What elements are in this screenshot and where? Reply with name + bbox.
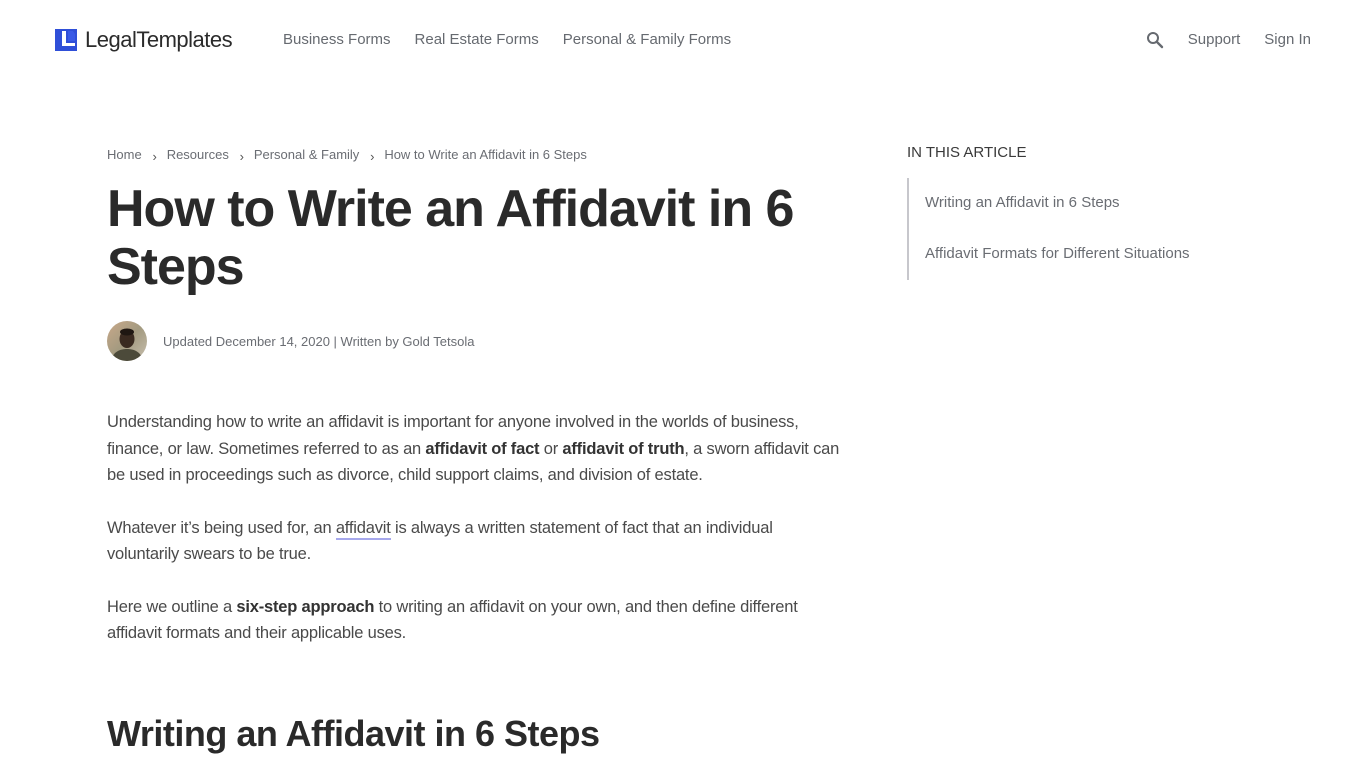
chevron-right-icon: ›	[152, 148, 157, 164]
article-intro: Understanding how to write an affidavit …	[107, 409, 847, 647]
toc-item-formats[interactable]: Affidavit Formats for Different Situatio…	[925, 229, 1227, 280]
page-title: How to Write an Affidavit in 6 Steps	[107, 180, 794, 296]
toc-item-writing-steps[interactable]: Writing an Affidavit in 6 Steps	[925, 178, 1227, 229]
breadcrumb-resources[interactable]: Resources	[167, 147, 229, 162]
nav-real-estate-forms[interactable]: Real Estate Forms	[415, 30, 539, 50]
toc-heading: IN THIS ARTICLE	[907, 144, 1027, 161]
sign-in-link[interactable]: Sign In	[1264, 30, 1311, 50]
intro-paragraph: Whatever it’s being used for, an affidav…	[107, 515, 842, 568]
affidavit-link[interactable]: affidavit	[335, 518, 391, 540]
main-nav: Business Forms Real Estate Forms Persona…	[283, 30, 731, 50]
breadcrumb-home[interactable]: Home	[107, 147, 142, 162]
intro-paragraph: Here we outline a six-step approach to w…	[107, 594, 842, 647]
nav-business-forms[interactable]: Business Forms	[283, 30, 391, 50]
author-avatar	[107, 321, 147, 361]
toc-list: Writing an Affidavit in 6 Steps Affidavi…	[907, 178, 1227, 280]
nav-personal-family-forms[interactable]: Personal & Family Forms	[563, 30, 731, 50]
logo-text: LegalTemplates	[85, 27, 233, 52]
bold-term: affidavit of fact	[425, 439, 540, 458]
table-of-contents: IN THIS ARTICLE Writing an Affidavit in …	[907, 143, 1227, 280]
byline-text: Updated December 14, 2020 | Written by G…	[163, 333, 475, 349]
logo-icon	[55, 29, 77, 51]
chevron-right-icon: ›	[239, 148, 244, 164]
byline: Updated December 14, 2020 | Written by G…	[107, 321, 847, 361]
breadcrumb-current: How to Write an Affidavit in 6 Steps	[384, 146, 587, 162]
search-icon[interactable]	[1146, 31, 1164, 49]
intro-paragraph: Understanding how to write an affidavit …	[107, 409, 842, 489]
bold-term: affidavit of truth	[562, 439, 685, 458]
breadcrumb-personal-family[interactable]: Personal & Family	[254, 147, 359, 162]
section-heading: Writing an Affidavit in 6 Steps	[107, 713, 600, 754]
support-link[interactable]: Support	[1188, 30, 1241, 50]
bold-term: six-step approach	[236, 597, 375, 616]
chevron-right-icon: ›	[370, 148, 375, 164]
header-actions: Support Sign In	[1146, 30, 1311, 50]
logo-link[interactable]: LegalTemplates	[55, 27, 233, 52]
site-header: LegalTemplates Business Forms Real Estat…	[0, 0, 1366, 80]
text: Whatever it’s being used for, an	[107, 518, 336, 537]
breadcrumb: Home › Resources › Personal & Family › H…	[107, 140, 847, 168]
text: Here we outline a	[107, 597, 237, 616]
text: or	[539, 439, 563, 458]
article: Home › Resources › Personal & Family › H…	[107, 140, 847, 673]
